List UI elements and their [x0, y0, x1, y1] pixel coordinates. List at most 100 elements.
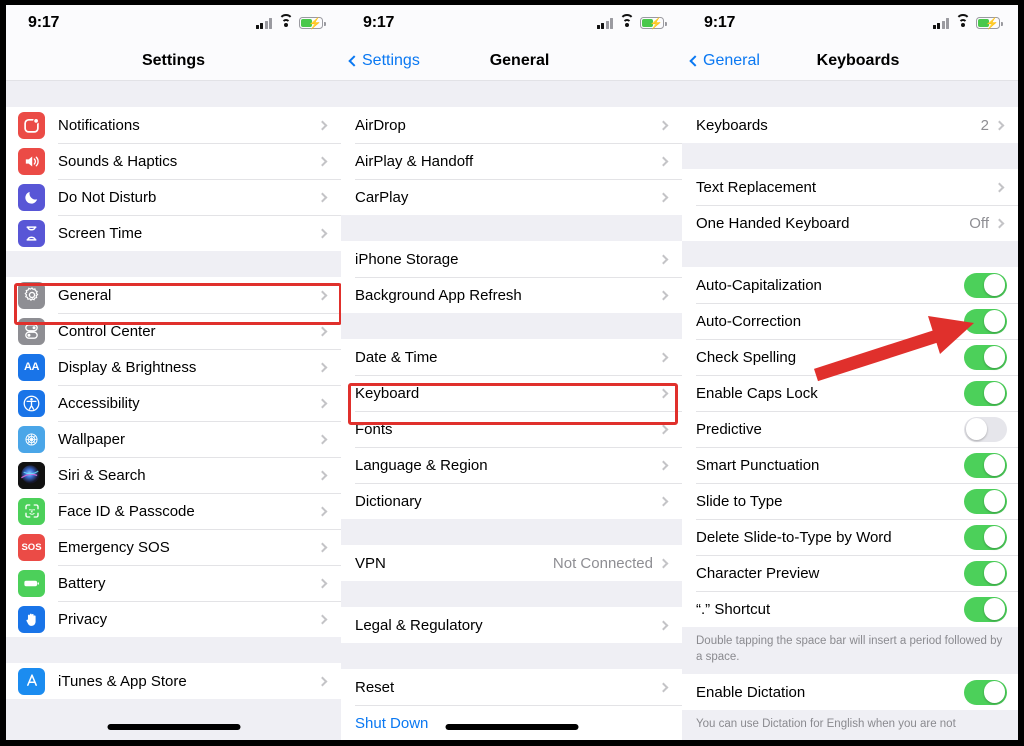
chevron-right-icon [318, 362, 328, 372]
sidebar-item-accessibility[interactable]: Accessibility [6, 385, 341, 421]
toggle-delete-slide-to-type-by-word[interactable] [964, 525, 1007, 550]
sidebar-item-sounds-haptics[interactable]: Sounds & Haptics [6, 143, 341, 179]
list-item-shut-down[interactable]: Shut Down [341, 705, 682, 741]
sidebar-item-emergency-sos[interactable]: SOS Emergency SOS [6, 529, 341, 565]
list-item-one-handed-keyboard[interactable]: One Handed Keyboard Off [682, 205, 1018, 241]
list-item-reset[interactable]: Reset [341, 669, 682, 705]
sidebar-item-label: Control Center [58, 323, 319, 340]
sidebar-item-notifications[interactable]: Notifications [6, 107, 341, 143]
sidebar-item-label: Do Not Disturb [58, 189, 319, 206]
toggle-predictive[interactable] [964, 417, 1007, 442]
screen-time-icon [18, 220, 45, 247]
chevron-right-icon [659, 620, 669, 630]
toggle-auto-capitalization[interactable] [964, 273, 1007, 298]
chevron-right-icon [659, 156, 669, 166]
list-item-text-replacement[interactable]: Text Replacement [682, 169, 1018, 205]
chevron-right-icon [318, 290, 328, 300]
toggle-auto-correction[interactable] [964, 309, 1007, 334]
chevron-right-icon [659, 460, 669, 470]
list-item-language-region[interactable]: Language & Region [341, 447, 682, 483]
sidebar-item-label: Face ID & Passcode [58, 503, 319, 520]
list-item-slide-to-type[interactable]: Slide to Type [682, 483, 1018, 519]
chevron-left-icon [348, 55, 359, 66]
chevron-right-icon [318, 542, 328, 552]
toggle-enable-dictation[interactable] [964, 680, 1007, 705]
chevron-right-icon [659, 352, 669, 362]
settings-list[interactable]: Notifications Sounds & Haptics [6, 81, 341, 741]
list-item-check-spelling[interactable]: Check Spelling [682, 339, 1018, 375]
list-item-date-time[interactable]: Date & Time [341, 339, 682, 375]
list-item-dictionary[interactable]: Dictionary [341, 483, 682, 519]
itunes-app-store-icon [18, 668, 45, 695]
list-item-fonts[interactable]: Fonts [341, 411, 682, 447]
list-gap [341, 519, 682, 545]
sidebar-item-screen-time[interactable]: Screen Time [6, 215, 341, 251]
toggle-period-shortcut[interactable] [964, 597, 1007, 622]
do-not-disturb-icon [18, 184, 45, 211]
list-item-enable-dictation[interactable]: Enable Dictation [682, 674, 1018, 710]
list-item-smart-punctuation[interactable]: Smart Punctuation [682, 447, 1018, 483]
face-id-icon [18, 498, 45, 525]
sidebar-item-itunes-app-store[interactable]: iTunes & App Store [6, 663, 341, 699]
footer-note-period-shortcut: Double tapping the space bar will insert… [682, 627, 1018, 674]
list-item-period-shortcut[interactable]: “.” Shortcut [682, 591, 1018, 627]
emergency-sos-icon: SOS [18, 534, 45, 561]
sidebar-item-do-not-disturb[interactable]: Do Not Disturb [6, 179, 341, 215]
list-item-delete-slide-to-type-by-word[interactable]: Delete Slide-to-Type by Word [682, 519, 1018, 555]
toggle-character-preview[interactable] [964, 561, 1007, 586]
list-item-label: Reset [355, 679, 660, 696]
toggle-smart-punctuation[interactable] [964, 453, 1007, 478]
back-button-general[interactable]: General [682, 52, 760, 70]
wallpaper-icon [18, 426, 45, 453]
list-item-auto-capitalization[interactable]: Auto-Capitalization [682, 267, 1018, 303]
list-item-background-app-refresh[interactable]: Background App Refresh [341, 277, 682, 313]
list-item-keyboard[interactable]: Keyboard [341, 375, 682, 411]
settings-group-3: iTunes & App Store [6, 663, 341, 699]
status-bar: 9:17 ⚡ [682, 5, 1018, 41]
list-item-label: Fonts [355, 421, 660, 438]
list-item-auto-correction[interactable]: Auto-Correction [682, 303, 1018, 339]
list-item-legal-regulatory[interactable]: Legal & Regulatory [341, 607, 682, 643]
list-item-character-preview[interactable]: Character Preview [682, 555, 1018, 591]
toggle-slide-to-type[interactable] [964, 489, 1007, 514]
list-item-vpn[interactable]: VPN Not Connected [341, 545, 682, 581]
toggle-enable-caps-lock[interactable] [964, 381, 1007, 406]
sidebar-item-display-brightness[interactable]: AA Display & Brightness [6, 349, 341, 385]
chevron-right-icon [318, 470, 328, 480]
list-item-enable-caps-lock[interactable]: Enable Caps Lock [682, 375, 1018, 411]
status-bar: 9:17 ⚡ [341, 5, 682, 41]
back-button-settings[interactable]: Settings [341, 52, 420, 70]
keyboards-list[interactable]: Keyboards 2 Text Replacement One Handed … [682, 81, 1018, 741]
list-item-carplay[interactable]: CarPlay [341, 179, 682, 215]
list-item-label: Dictionary [355, 493, 660, 510]
list-item-label: Keyboards [696, 117, 981, 134]
list-item-predictive[interactable]: Predictive [682, 411, 1018, 447]
list-gap [341, 581, 682, 607]
sidebar-item-general[interactable]: General [6, 277, 341, 313]
sidebar-item-wallpaper[interactable]: Wallpaper [6, 421, 341, 457]
sidebar-item-privacy[interactable]: Privacy [6, 601, 341, 637]
list-gap [682, 241, 1018, 267]
chevron-right-icon [995, 120, 1005, 130]
list-item-airplay-handoff[interactable]: AirPlay & Handoff [341, 143, 682, 179]
list-item-iphone-storage[interactable]: iPhone Storage [341, 241, 682, 277]
sidebar-item-label: Battery [58, 575, 319, 592]
list-item-label: Language & Region [355, 457, 660, 474]
sidebar-item-siri-search[interactable]: Siri & Search [6, 457, 341, 493]
list-item-airdrop[interactable]: AirDrop [341, 107, 682, 143]
general-list[interactable]: AirDrop AirPlay & Handoff CarPlay [341, 81, 682, 741]
battery-icon [18, 570, 45, 597]
sidebar-item-battery[interactable]: Battery [6, 565, 341, 601]
status-bar-icons: ⚡ [597, 17, 665, 29]
home-indicator[interactable] [107, 724, 240, 730]
chevron-right-icon [318, 506, 328, 516]
list-item-keyboards[interactable]: Keyboards 2 [682, 107, 1018, 143]
nav-bar-settings: Settings [6, 41, 341, 81]
home-indicator[interactable] [445, 724, 578, 730]
list-gap [341, 313, 682, 339]
chevron-right-icon [995, 218, 1005, 228]
toggle-check-spelling[interactable] [964, 345, 1007, 370]
sidebar-item-control-center[interactable]: Control Center [6, 313, 341, 349]
sidebar-item-label: Display & Brightness [58, 359, 319, 376]
sidebar-item-face-id-passcode[interactable]: Face ID & Passcode [6, 493, 341, 529]
